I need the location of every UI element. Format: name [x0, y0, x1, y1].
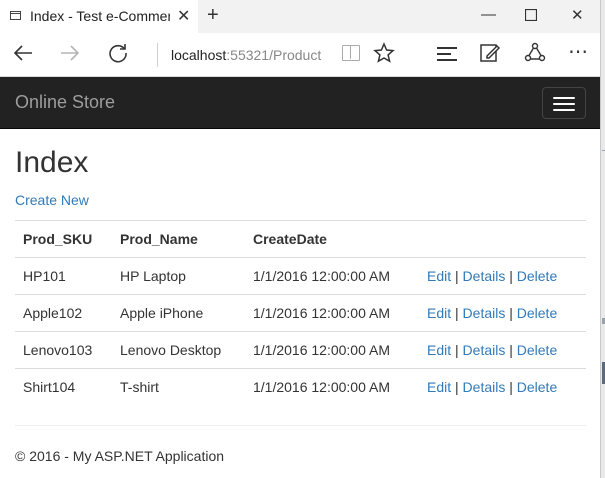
browser-window: Index - Test e-Commerc ✕ + — ✕ localhost…: [0, 0, 600, 478]
footer-divider: [15, 425, 586, 426]
details-link[interactable]: Details: [463, 268, 506, 284]
cell-actions: Edit | Details | Delete: [419, 331, 586, 369]
tab-title: Index - Test e-Commerc: [30, 8, 170, 24]
cell-actions: Edit | Details | Delete: [419, 257, 586, 295]
back-icon[interactable]: [12, 42, 34, 70]
table-row: Shirt104 T-shirt 1/1/2016 12:00:00 AM Ed…: [15, 368, 586, 405]
browser-tab[interactable]: Index - Test e-Commerc ✕: [0, 0, 198, 33]
column-header-createdate: CreateDate: [245, 220, 419, 258]
cell-sku: Lenovo103: [15, 331, 112, 369]
column-header-actions: [419, 220, 586, 258]
close-tab-icon[interactable]: ✕: [177, 6, 190, 26]
column-header-name: Prod_Name: [112, 220, 245, 258]
action-separator: |: [455, 342, 459, 358]
cell-date: 1/1/2016 12:00:00 AM: [245, 294, 419, 332]
column-header-sku: Prod_SKU: [15, 220, 112, 258]
cell-name: HP Laptop: [112, 257, 245, 295]
page-icon: [10, 11, 21, 20]
web-note-icon[interactable]: [479, 42, 501, 70]
url-path: :55321/Product: [226, 47, 322, 63]
share-icon[interactable]: [524, 42, 546, 70]
page-title: Index: [15, 146, 89, 179]
refresh-icon[interactable]: [107, 42, 129, 70]
address-bar-row: localhost:55321/Product ⋯: [0, 33, 600, 77]
details-link[interactable]: Details: [463, 305, 506, 321]
delete-link[interactable]: Delete: [517, 305, 557, 321]
reading-view-icon[interactable]: [342, 45, 360, 61]
navbar-toggle-button[interactable]: [542, 87, 586, 119]
delete-link[interactable]: Delete: [517, 342, 557, 358]
action-separator: |: [509, 342, 513, 358]
cell-date: 1/1/2016 12:00:00 AM: [245, 257, 419, 295]
action-separator: |: [509, 305, 513, 321]
url-host: localhost: [171, 47, 227, 63]
table-header-row: Prod_SKU Prod_Name CreateDate: [15, 220, 586, 258]
hub-icon[interactable]: [437, 47, 457, 65]
details-link[interactable]: Details: [463, 379, 506, 395]
action-separator: |: [455, 305, 459, 321]
cell-name: Apple iPhone: [112, 294, 245, 332]
edit-link[interactable]: Edit: [427, 305, 451, 321]
details-link[interactable]: Details: [463, 342, 506, 358]
site-navbar: Online Store: [0, 77, 600, 129]
cell-sku: Shirt104: [15, 368, 112, 405]
edit-link[interactable]: Edit: [427, 268, 451, 284]
more-icon[interactable]: ⋯: [568, 39, 588, 64]
table-row: Apple102 Apple iPhone 1/1/2016 12:00:00 …: [15, 294, 586, 332]
table-row: HP101 HP Laptop 1/1/2016 12:00:00 AM Edi…: [15, 257, 586, 295]
address-input[interactable]: localhost:55321/Product: [171, 47, 321, 63]
action-separator: |: [455, 268, 459, 284]
delete-link[interactable]: Delete: [517, 268, 557, 284]
product-table: Prod_SKU Prod_Name CreateDate HP101 HP L…: [15, 220, 586, 405]
background-window-edge: [600, 0, 605, 478]
favorite-star-icon[interactable]: [373, 42, 395, 70]
tab-bar: Index - Test e-Commerc ✕ + — ✕: [0, 0, 600, 33]
brand-link[interactable]: Online Store: [15, 92, 115, 113]
close-window-icon[interactable]: ✕: [571, 6, 584, 24]
maximize-icon[interactable]: [524, 8, 538, 25]
hamburger-icon: [553, 97, 575, 99]
table-row: Lenovo103 Lenovo Desktop 1/1/2016 12:00:…: [15, 331, 586, 369]
delete-link[interactable]: Delete: [517, 379, 557, 395]
cell-sku: HP101: [15, 257, 112, 295]
minimize-icon[interactable]: —: [481, 6, 496, 23]
edit-link[interactable]: Edit: [427, 379, 451, 395]
cell-name: T-shirt: [112, 368, 245, 405]
address-separator: [157, 43, 158, 67]
cell-name: Lenovo Desktop: [112, 331, 245, 369]
create-new-link[interactable]: Create New: [15, 192, 89, 208]
action-separator: |: [509, 379, 513, 395]
cell-actions: Edit | Details | Delete: [419, 294, 586, 332]
cell-actions: Edit | Details | Delete: [419, 368, 586, 405]
action-separator: |: [509, 268, 513, 284]
action-separator: |: [455, 379, 459, 395]
edit-link[interactable]: Edit: [427, 342, 451, 358]
forward-icon[interactable]: [59, 42, 81, 70]
new-tab-icon[interactable]: +: [207, 4, 219, 27]
cell-sku: Apple102: [15, 294, 112, 332]
cell-date: 1/1/2016 12:00:00 AM: [245, 331, 419, 369]
footer-text: © 2016 - My ASP.NET Application: [15, 448, 225, 464]
cell-date: 1/1/2016 12:00:00 AM: [245, 368, 419, 405]
